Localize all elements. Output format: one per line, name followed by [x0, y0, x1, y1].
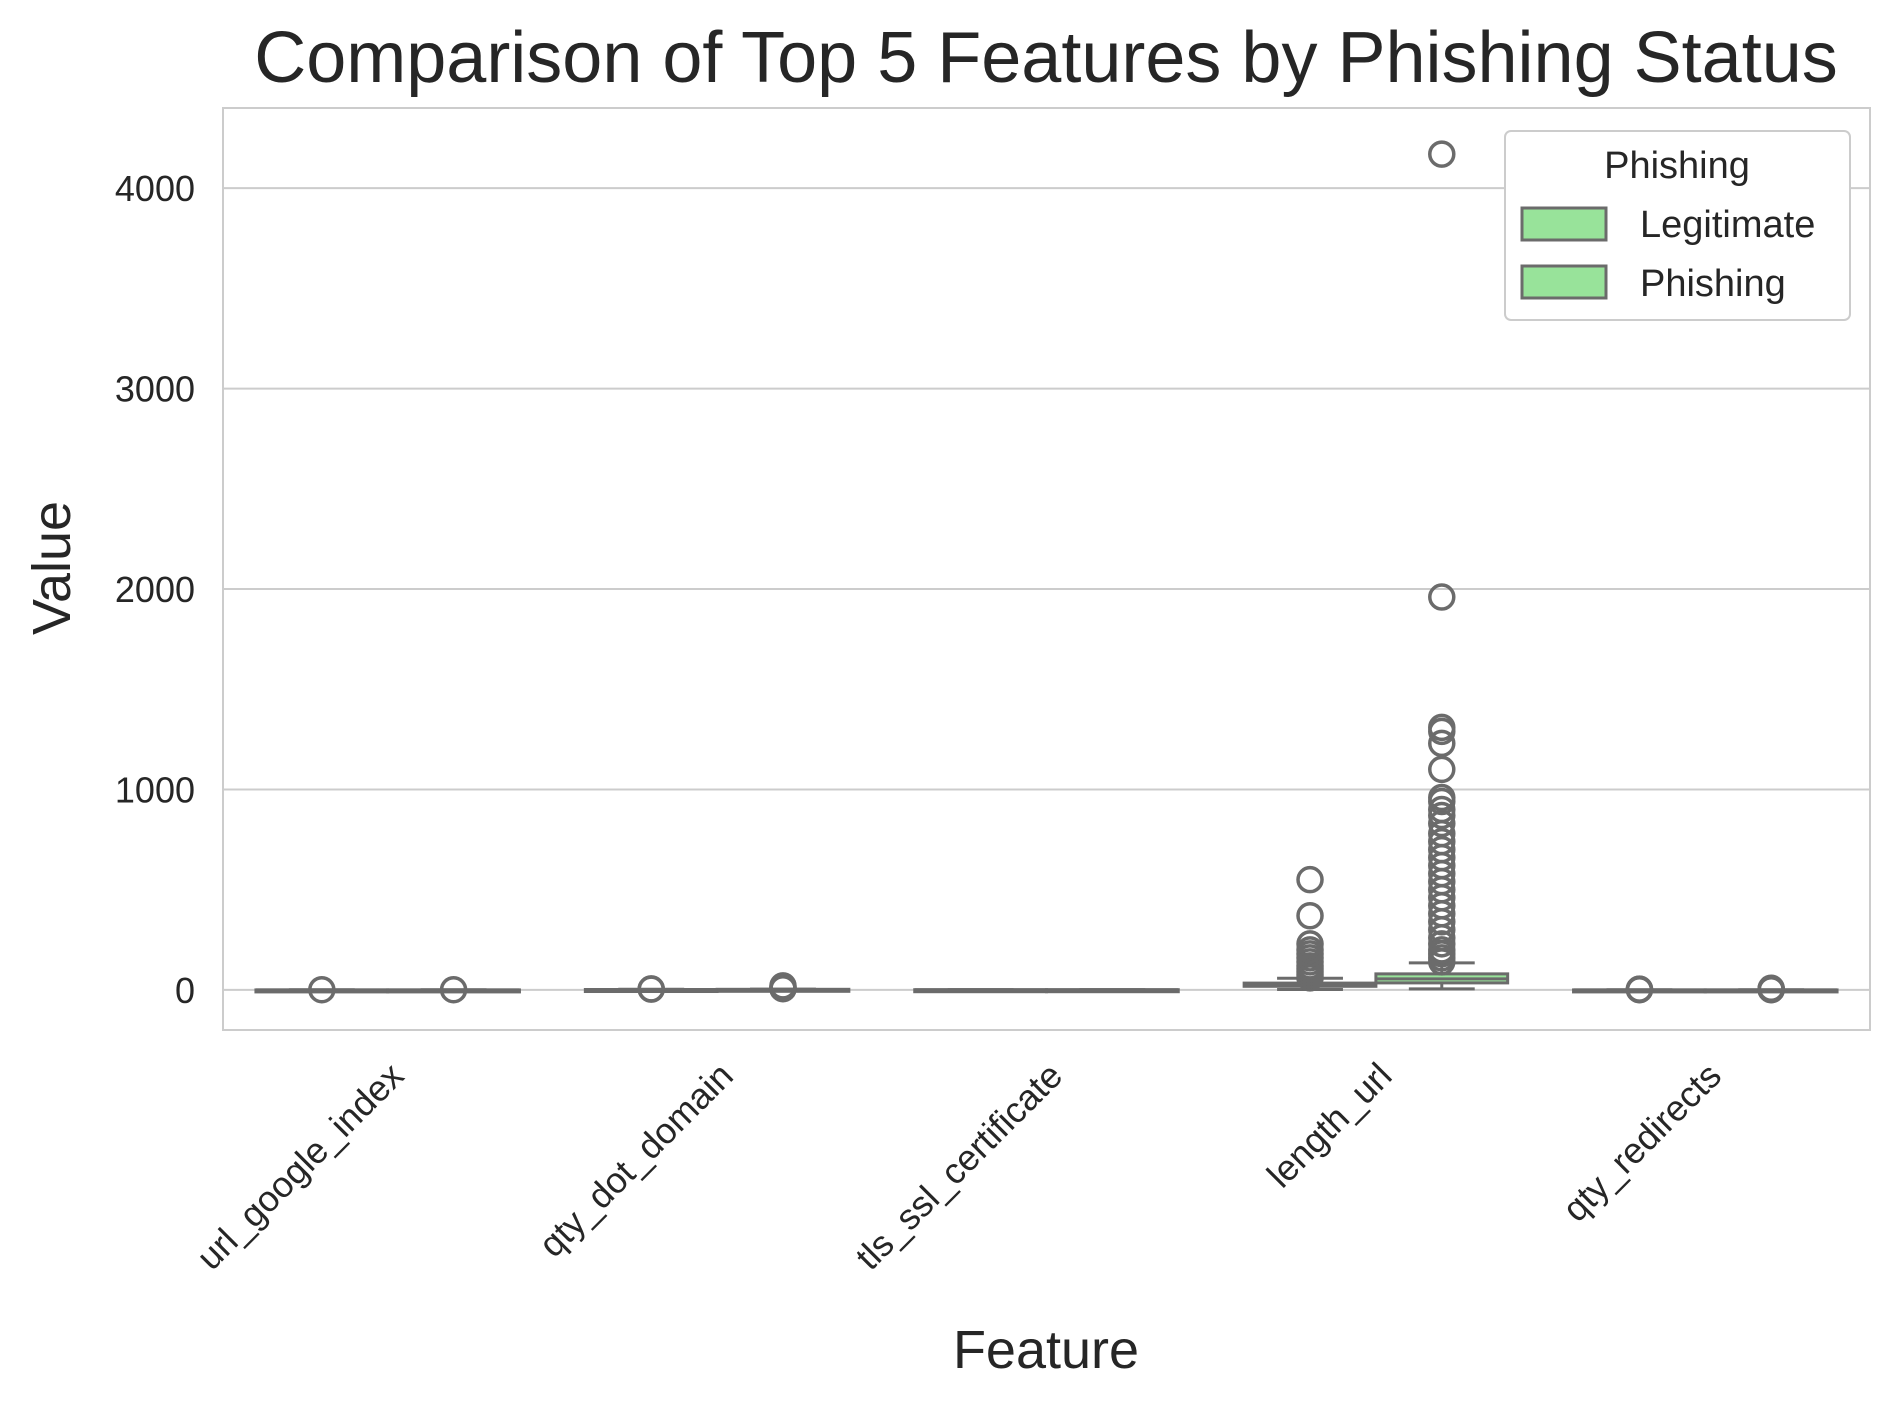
y-axis-label: Value [22, 501, 82, 635]
box-tls-ssl-certificate-phishing [1045, 988, 1180, 994]
y-tick-label-3000: 3000 [115, 369, 195, 410]
y-tick-label-2000: 2000 [115, 569, 195, 610]
chart: 01000200030004000 url_google_index qty_do… [0, 0, 1896, 1406]
x-axis-label: Feature [953, 1320, 1139, 1380]
legend-label-phishing: Phishing [1640, 263, 1786, 305]
y-tick-label-0: 0 [175, 970, 195, 1011]
legend-label-legitimate: Legitimate [1640, 204, 1815, 246]
box-tls-ssl-certificate-legitimate [913, 988, 1048, 994]
legend-swatch-legitimate [1520, 206, 1608, 242]
y-tick-label-4000: 4000 [115, 168, 195, 209]
legend-swatch-phishing [1520, 264, 1608, 300]
y-tick-label-1000: 1000 [115, 769, 195, 810]
legend: Phishing Legitimate Phishing [1504, 130, 1851, 321]
chart-title: Comparison of Top 5 Features by Phishing… [254, 18, 1838, 98]
legend-title: Phishing [1604, 145, 1750, 187]
